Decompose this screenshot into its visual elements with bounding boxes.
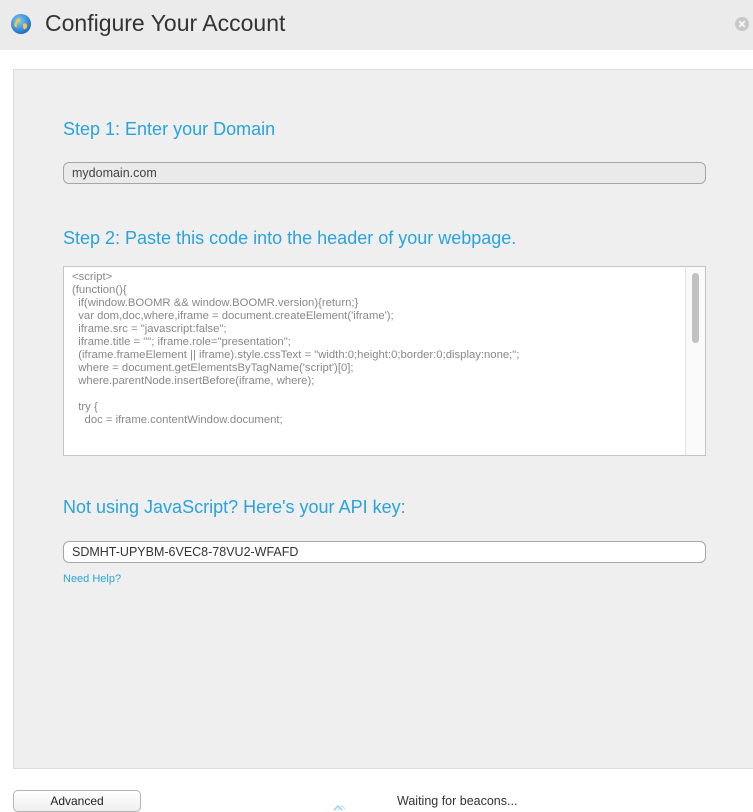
api-key-heading: Not using JavaScript? Here's your API ke… bbox=[63, 497, 406, 517]
status-text: Waiting for beacons... bbox=[397, 794, 518, 808]
globe-icon bbox=[11, 14, 31, 34]
domain-input[interactable] bbox=[63, 162, 706, 184]
need-help-link[interactable]: Need Help? bbox=[63, 573, 121, 585]
step2-heading: Step 2: Paste this code into the header … bbox=[63, 228, 517, 248]
code-scrollbar[interactable] bbox=[685, 267, 705, 455]
api-key-field[interactable] bbox=[63, 541, 706, 563]
advanced-button[interactable]: Advanced bbox=[13, 790, 141, 812]
step1-heading: Step 1: Enter your Domain bbox=[63, 119, 276, 139]
code-snippet-box[interactable]: <script> (function(){ if(window.BOOMR &&… bbox=[63, 266, 706, 456]
close-icon[interactable] bbox=[735, 17, 749, 31]
title-bar: Configure Your Account bbox=[0, 0, 753, 50]
window-title: Configure Your Account bbox=[45, 10, 286, 36]
scrollbar-thumb[interactable] bbox=[692, 273, 699, 343]
code-snippet[interactable]: <script> (function(){ if(window.BOOMR &&… bbox=[72, 271, 682, 427]
spinner-icon bbox=[333, 804, 346, 811]
